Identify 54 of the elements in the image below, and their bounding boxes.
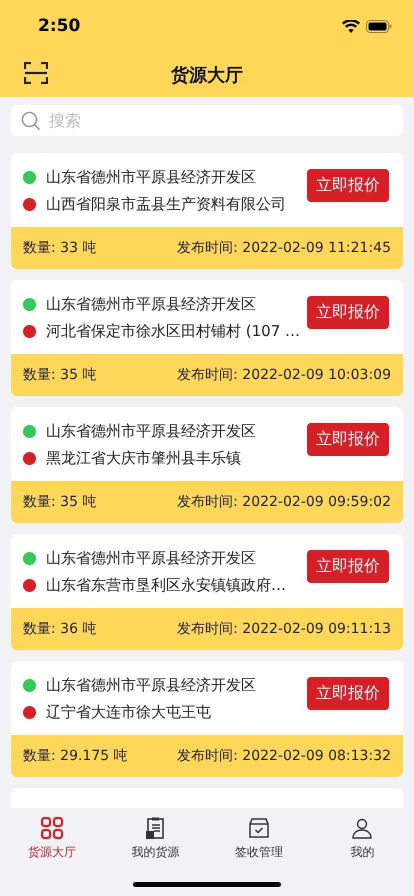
origin-address: 山东省德州市平原县经济开发区 bbox=[46, 295, 256, 314]
wifi-icon bbox=[342, 20, 360, 32]
tab-item[interactable]: 我的 bbox=[310, 816, 414, 861]
quantity-text: 数量: 33 吨 bbox=[23, 239, 96, 257]
destination-address: 山东省东营市垦利区永安镇镇政府… bbox=[46, 576, 286, 595]
quote-button[interactable]: 立即报价 bbox=[307, 423, 389, 456]
battery-icon bbox=[366, 20, 392, 32]
quote-button[interactable]: 立即报价 bbox=[307, 677, 389, 710]
origin-address: 山东省德州市平原县经济开发区 bbox=[46, 676, 256, 695]
destination-dot bbox=[23, 706, 36, 719]
scan-icon[interactable] bbox=[24, 62, 48, 84]
order-card[interactable]: 山东省德州市平原县经济开发区 辽宁省大连市徐大屯王屯 立即报价 数量: 29.175 吨 发布时间: 2022-02-09 08:13:32 bbox=[11, 661, 403, 777]
origin-dot bbox=[23, 425, 36, 438]
order-card[interactable]: 山东省德州市平原县经济开发区 山东省东营市垦利区永安镇镇政府… 立即报价 数量: 36 吨 发布时间: 2022-02-09 09:11:13 bbox=[11, 534, 403, 650]
destination-address: 河北省保定市徐水区田村铺村 (107 … bbox=[46, 322, 300, 341]
search-field[interactable]: 搜索 bbox=[11, 105, 403, 136]
origin-dot bbox=[23, 679, 36, 692]
quantity-text: 数量: 36 吨 bbox=[23, 620, 96, 638]
quantity-text: 数量: 35 吨 bbox=[23, 493, 96, 511]
publish-time: 发布时间: 2022-02-09 09:11:13 bbox=[177, 620, 391, 638]
origin-dot bbox=[23, 552, 36, 565]
grid-icon bbox=[40, 816, 64, 840]
origin-address: 山东省德州市平原县经济开发区 bbox=[46, 549, 256, 568]
publish-time: 发布时间: 2022-02-09 11:21:45 bbox=[177, 239, 391, 257]
destination-dot bbox=[23, 325, 36, 338]
origin-dot bbox=[23, 171, 36, 184]
person-icon bbox=[350, 816, 374, 840]
tab-item[interactable]: 我的货源 bbox=[104, 816, 207, 861]
origin-address: 山东省德州市平原县经济开发区 bbox=[46, 168, 256, 187]
tab-item[interactable]: 签收管理 bbox=[207, 816, 310, 861]
order-card[interactable]: 山东省德州市平原县经济开发区 河北省保定市徐水区田村铺村 (107 … 立即报价 数量: 35 吨 发布时间: 2022-02-09 10:03:09 bbox=[11, 280, 403, 396]
destination-dot bbox=[23, 198, 36, 211]
order-card[interactable]: 山东省德州市平原县经济开发区 黑龙江省大庆市肇州县丰乐镇 立即报价 数量: 35 吨 发布时间: 2022-02-09 09:59:02 bbox=[11, 407, 403, 523]
search-icon bbox=[21, 111, 41, 131]
origin-dot bbox=[23, 298, 36, 311]
destination-dot bbox=[23, 452, 36, 465]
quantity-text: 数量: 29.175 吨 bbox=[23, 747, 128, 765]
destination-address: 辽宁省大连市徐大屯王屯 bbox=[46, 703, 211, 722]
publish-time: 发布时间: 2022-02-09 10:03:09 bbox=[177, 366, 391, 384]
quote-button[interactable]: 立即报价 bbox=[307, 550, 389, 583]
order-card[interactable]: 山东省德州市平原县经济开发区 山西省阳泉市盂县生产资料有限公司 立即报价 数量: 33 吨 发布时间: 2022-02-09 11:21:45 bbox=[11, 153, 403, 269]
box-check-icon bbox=[246, 816, 271, 840]
destination-address: 黑龙江省大庆市肇州县丰乐镇 bbox=[46, 449, 241, 468]
destination-address: 山西省阳泉市盂县生产资料有限公司 bbox=[46, 195, 286, 214]
quantity-text: 数量: 35 吨 bbox=[23, 366, 96, 384]
origin-address: 山东省德州市平原县经济开发区 bbox=[46, 422, 256, 441]
status-time: 2:50 bbox=[38, 16, 80, 36]
quote-button[interactable]: 立即报价 bbox=[307, 169, 389, 202]
quote-button[interactable]: 立即报价 bbox=[307, 296, 389, 329]
publish-time: 发布时间: 2022-02-09 09:59:02 bbox=[177, 493, 391, 511]
publish-time: 发布时间: 2022-02-09 08:13:32 bbox=[177, 747, 391, 765]
destination-dot bbox=[23, 579, 36, 592]
page-title: 货源大厅 bbox=[171, 64, 243, 86]
tab-item[interactable]: 货源大厅 bbox=[0, 816, 104, 861]
